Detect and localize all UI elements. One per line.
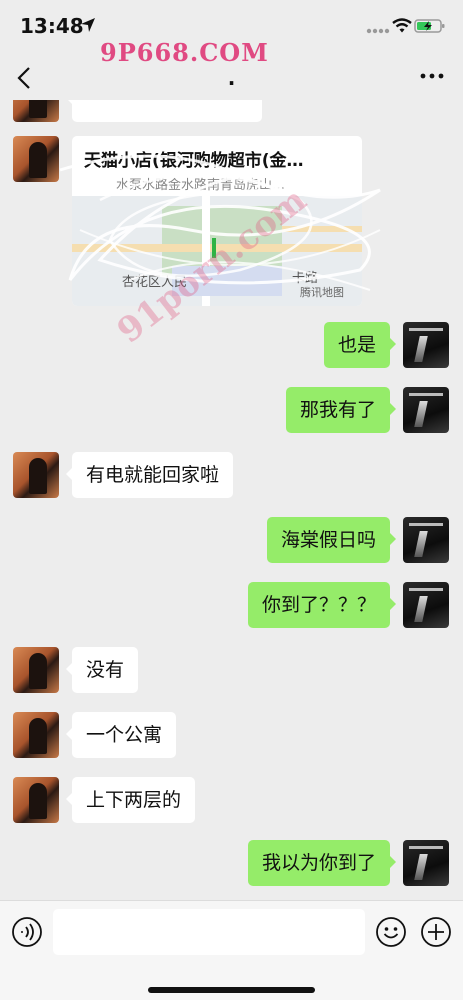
- message-bubble[interactable]: 海棠假日吗: [266, 517, 397, 563]
- signal-icon: [366, 28, 390, 34]
- avatar[interactable]: [13, 136, 59, 182]
- message-bubble[interactable]: 也是: [323, 322, 397, 368]
- avatar[interactable]: [403, 582, 449, 628]
- more-dots-icon[interactable]: [420, 72, 444, 80]
- map-label: 卡路: [292, 270, 318, 285]
- status-time: 13:48: [20, 14, 84, 38]
- home-indicator: [148, 987, 315, 993]
- location-arrow-icon: [81, 18, 95, 32]
- nav-bar: .: [0, 52, 463, 102]
- avatar[interactable]: [13, 100, 59, 122]
- avatar[interactable]: [403, 322, 449, 368]
- message-bubble[interactable]: 上下两层的: [65, 777, 196, 823]
- avatar[interactable]: [13, 452, 59, 498]
- wifi-icon: [392, 18, 412, 33]
- location-name: 天猫小店(银河购物超市(金…: [84, 151, 304, 171]
- location-address: 水泵水路金水路南青岛虎山…: [116, 178, 286, 193]
- status-bar: 13:48 9P668.COM: [0, 0, 463, 67]
- avatar[interactable]: [403, 517, 449, 563]
- avatar[interactable]: [403, 840, 449, 886]
- message-bubble[interactable]: 有电就能回家啦: [65, 452, 234, 498]
- message-bubble[interactable]: 那我有了: [285, 387, 397, 433]
- message-list[interactable]: 天猫小店(银河购物超市(金… 水泵水路金水路南青岛虎山… 杏花区人民 卡路 腾讯…: [0, 100, 463, 900]
- emoji-icon[interactable]: [375, 916, 407, 948]
- message-bubble[interactable]: 没有: [65, 647, 139, 693]
- avatar[interactable]: [13, 777, 59, 823]
- input-bar: [0, 900, 463, 1000]
- plus-icon[interactable]: [420, 916, 452, 948]
- message-bubble[interactable]: 一个公寓: [65, 712, 177, 758]
- voice-icon[interactable]: [11, 916, 43, 948]
- message-bubble[interactable]: 我以为你到了: [247, 840, 397, 886]
- avatar[interactable]: [13, 647, 59, 693]
- message-input[interactable]: [53, 909, 365, 955]
- chat-title: .: [227, 66, 236, 90]
- message-bubble[interactable]: 你到了？？？: [247, 582, 397, 628]
- avatar[interactable]: [13, 712, 59, 758]
- message-bubble-cut: [66, 100, 262, 122]
- avatar[interactable]: [403, 387, 449, 433]
- map-attribution: 腾讯地图: [300, 285, 344, 299]
- battery-charging-icon: [414, 19, 445, 33]
